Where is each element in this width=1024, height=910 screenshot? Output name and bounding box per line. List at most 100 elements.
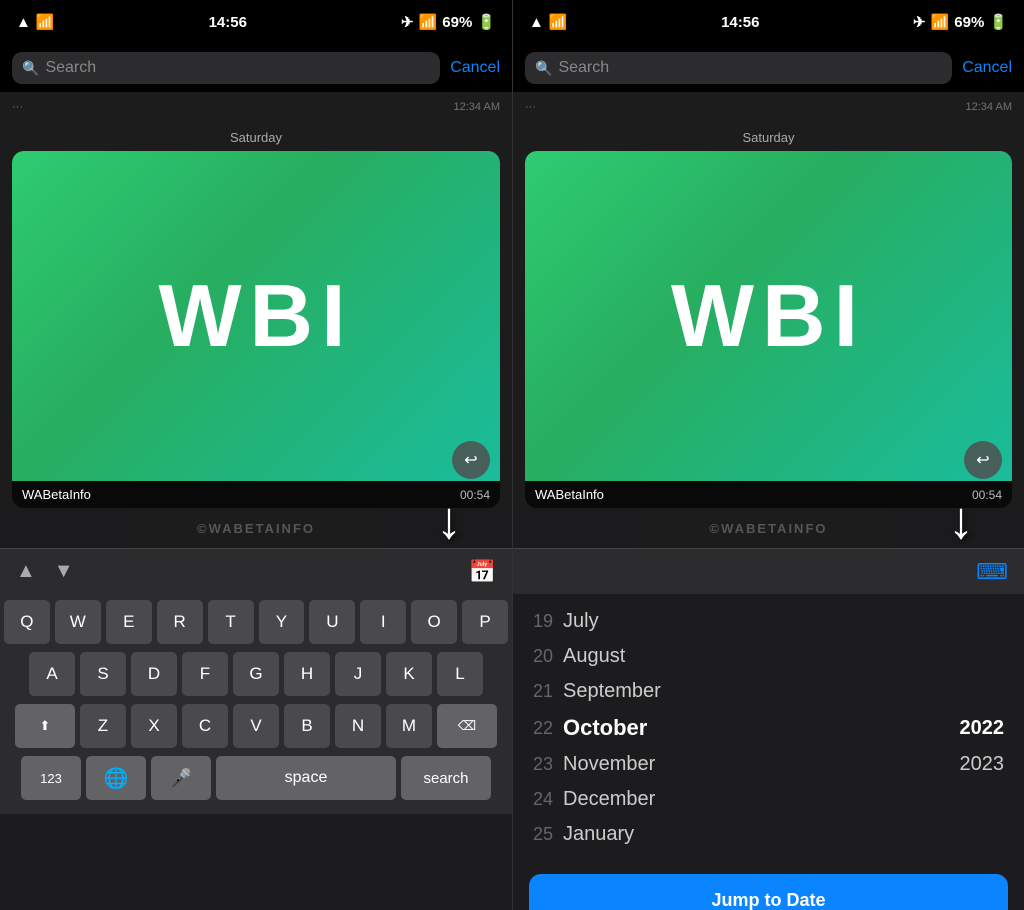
- key-L[interactable]: L: [437, 652, 483, 696]
- key-K[interactable]: K: [386, 652, 432, 696]
- key-E[interactable]: E: [106, 600, 152, 644]
- keyboard-row-4: 123 🌐 🎤 space search: [4, 756, 508, 800]
- key-Z[interactable]: Z: [80, 704, 126, 748]
- key-J[interactable]: J: [335, 652, 381, 696]
- search-input-left[interactable]: [45, 59, 430, 77]
- share-button-left[interactable]: ↩: [452, 441, 490, 479]
- key-P[interactable]: P: [462, 600, 508, 644]
- key-B[interactable]: B: [284, 704, 330, 748]
- key-N[interactable]: N: [335, 704, 381, 748]
- nav-down-button[interactable]: ▼: [54, 560, 74, 583]
- right-panel: ▲ 📶 14:56 ✈ 📶 69% 🔋 🔍 Cancel ··· 12:34 A…: [512, 0, 1024, 910]
- wifi-icon: 📶: [36, 13, 55, 31]
- keyboard-toggle-button[interactable]: ⌨: [976, 559, 1008, 585]
- right-toolbar: ⌨: [513, 548, 1024, 594]
- key-A[interactable]: A: [29, 652, 75, 696]
- signal-icon-right: ▲: [529, 14, 544, 31]
- keyboard-row-3: ⬆ Z X C V B N M ⌫: [4, 704, 508, 748]
- search-key[interactable]: search: [401, 756, 491, 800]
- key-F[interactable]: F: [182, 652, 228, 696]
- nav-buttons: ▲ ▼: [16, 560, 74, 583]
- key-X[interactable]: X: [131, 704, 177, 748]
- chat-meta-left: WABetaInfo 00:54: [12, 481, 500, 508]
- airplane-icon-right: ✈: [913, 13, 926, 31]
- emoji-key[interactable]: 🌐: [86, 756, 146, 800]
- status-right-left: ✈ 📶 69% 🔋: [401, 13, 496, 31]
- key-H[interactable]: H: [284, 652, 330, 696]
- shift-key[interactable]: ⬆: [15, 704, 75, 748]
- status-right-right: ✈ 📶 69% 🔋: [913, 13, 1008, 31]
- watermark-left: ©WABETAINFO: [0, 508, 512, 548]
- key-R[interactable]: R: [157, 600, 203, 644]
- chat-meta-right: WABetaInfo 00:54: [525, 481, 1012, 508]
- search-input-wrap-left[interactable]: 🔍: [12, 52, 440, 84]
- signal-icon: ▲: [16, 14, 31, 31]
- key-W[interactable]: W: [55, 600, 101, 644]
- chat-sender-left: WABetaInfo: [22, 487, 91, 502]
- nav-up-button[interactable]: ▲: [16, 560, 36, 583]
- key-M[interactable]: M: [386, 704, 432, 748]
- search-icon-right: 🔍: [535, 60, 552, 77]
- search-input-right[interactable]: [558, 59, 942, 77]
- space-key[interactable]: space: [216, 756, 396, 800]
- search-bar-left: 🔍 Cancel: [0, 44, 512, 92]
- date-row-september[interactable]: 21 September: [513, 674, 1024, 709]
- search-input-wrap-right[interactable]: 🔍: [525, 52, 952, 84]
- key-I[interactable]: I: [360, 600, 406, 644]
- key-T[interactable]: T: [208, 600, 254, 644]
- date-picker-area[interactable]: 19 July 20 August 21 September 22 Octobe…: [513, 594, 1024, 862]
- status-left: ▲ 📶: [16, 13, 55, 31]
- share-button-right[interactable]: ↩: [964, 441, 1002, 479]
- mic-key[interactable]: 🎤: [151, 756, 211, 800]
- chat-message-area-left: WBI ↩ WABetaInfo 00:54 ↓: [0, 151, 512, 508]
- jump-btn-wrap: Jump to Date: [513, 862, 1024, 910]
- wbi-logo-left: WBI: [158, 265, 353, 367]
- chat-time-left: 00:54: [460, 488, 490, 502]
- chat-bubble-right: WBI ↩ WABetaInfo 00:54: [525, 151, 1012, 508]
- status-left-right: ▲ 📶: [529, 13, 568, 31]
- keyboard-left: Q W E R T Y U I O P A S D F G H J K L ⬆ …: [0, 594, 512, 814]
- date-row-january[interactable]: 25 January: [513, 817, 1024, 852]
- cancel-button-right[interactable]: Cancel: [962, 59, 1012, 77]
- wbi-logo-right: WBI: [671, 265, 866, 367]
- time-left: 14:56: [209, 14, 247, 31]
- calendar-search-icon[interactable]: 📅: [469, 559, 496, 585]
- left-panel: ▲ 📶 14:56 ✈ 📶 69% 🔋 🔍 Cancel ··· 12:34 A…: [0, 0, 512, 910]
- key-S[interactable]: S: [80, 652, 126, 696]
- chat-bubble-left: WBI ↩ WABetaInfo 00:54: [12, 151, 500, 508]
- airplane-icon: ✈: [401, 13, 414, 31]
- wifi-icon-right: 📶: [419, 13, 438, 31]
- battery-pct-left: 69%: [442, 14, 472, 31]
- cancel-button-left[interactable]: Cancel: [450, 59, 500, 77]
- key-G[interactable]: G: [233, 652, 279, 696]
- chat-time-right: 00:54: [972, 488, 1002, 502]
- jump-to-date-button[interactable]: Jump to Date: [529, 874, 1008, 910]
- day-label-left: Saturday: [0, 122, 512, 151]
- battery-icon-left: 🔋: [477, 13, 496, 31]
- key-U[interactable]: U: [309, 600, 355, 644]
- numbers-key[interactable]: 123: [21, 756, 81, 800]
- chat-sender-right: WABetaInfo: [535, 487, 604, 502]
- key-D[interactable]: D: [131, 652, 177, 696]
- keyboard-row-2: A S D F G H J K L: [4, 652, 508, 696]
- key-V[interactable]: V: [233, 704, 279, 748]
- date-row-november[interactable]: 23 November 2023: [513, 747, 1024, 782]
- date-row-august[interactable]: 20 August: [513, 639, 1024, 674]
- key-C[interactable]: C: [182, 704, 228, 748]
- key-Q[interactable]: Q: [4, 600, 50, 644]
- date-row-july[interactable]: 19 July: [513, 604, 1024, 639]
- chat-area-mini-left: ··· 12:34 AM: [0, 92, 512, 122]
- keyboard-row-1: Q W E R T Y U I O P: [4, 600, 508, 644]
- time-right: 14:56: [721, 14, 759, 31]
- backspace-key[interactable]: ⌫: [437, 704, 497, 748]
- wbi-image-right: WBI: [525, 151, 1012, 481]
- date-row-october-selected[interactable]: 22 October 2022: [513, 709, 1024, 747]
- watermark-right: ©WABETAINFO: [513, 508, 1024, 548]
- key-O[interactable]: O: [411, 600, 457, 644]
- battery-icon-right: 🔋: [989, 13, 1008, 31]
- chat-area-mini-right: ··· 12:34 AM: [513, 92, 1024, 122]
- search-bar-right: 🔍 Cancel: [513, 44, 1024, 92]
- date-row-december[interactable]: 24 December: [513, 782, 1024, 817]
- key-Y[interactable]: Y: [259, 600, 305, 644]
- date-picker-list: 19 July 20 August 21 September 22 Octobe…: [513, 594, 1024, 862]
